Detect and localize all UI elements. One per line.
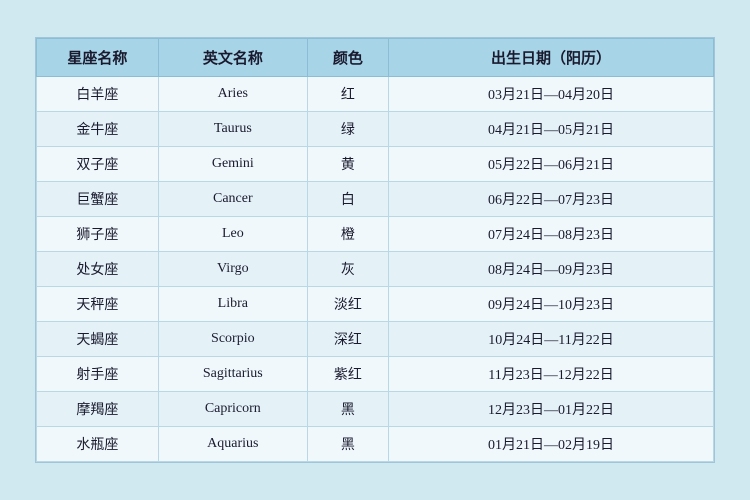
table-header-row: 星座名称 英文名称 颜色 出生日期（阳历） bbox=[37, 39, 714, 77]
table-row: 白羊座Aries红03月21日—04月20日 bbox=[37, 77, 714, 112]
cell-en: Aries bbox=[158, 77, 307, 112]
table-row: 巨蟹座Cancer白06月22日—07月23日 bbox=[37, 182, 714, 217]
cell-color: 黄 bbox=[307, 147, 388, 182]
header-en: 英文名称 bbox=[158, 39, 307, 77]
table-row: 金牛座Taurus绿04月21日—05月21日 bbox=[37, 112, 714, 147]
cell-color: 黑 bbox=[307, 392, 388, 427]
table-row: 摩羯座Capricorn黑12月23日—01月22日 bbox=[37, 392, 714, 427]
table-row: 水瓶座Aquarius黑01月21日—02月19日 bbox=[37, 427, 714, 462]
cell-color: 白 bbox=[307, 182, 388, 217]
header-zh: 星座名称 bbox=[37, 39, 159, 77]
cell-color: 紫红 bbox=[307, 357, 388, 392]
header-color: 颜色 bbox=[307, 39, 388, 77]
cell-en: Libra bbox=[158, 287, 307, 322]
cell-date: 11月23日—12月22日 bbox=[389, 357, 714, 392]
cell-en: Gemini bbox=[158, 147, 307, 182]
cell-en: Leo bbox=[158, 217, 307, 252]
cell-color: 深红 bbox=[307, 322, 388, 357]
cell-date: 10月24日—11月22日 bbox=[389, 322, 714, 357]
cell-color: 绿 bbox=[307, 112, 388, 147]
cell-date: 05月22日—06月21日 bbox=[389, 147, 714, 182]
cell-zh: 双子座 bbox=[37, 147, 159, 182]
cell-zh: 水瓶座 bbox=[37, 427, 159, 462]
cell-zh: 处女座 bbox=[37, 252, 159, 287]
cell-color: 淡红 bbox=[307, 287, 388, 322]
cell-zh: 白羊座 bbox=[37, 77, 159, 112]
cell-zh: 狮子座 bbox=[37, 217, 159, 252]
table-body: 白羊座Aries红03月21日—04月20日金牛座Taurus绿04月21日—0… bbox=[37, 77, 714, 462]
cell-en: Sagittarius bbox=[158, 357, 307, 392]
cell-date: 04月21日—05月21日 bbox=[389, 112, 714, 147]
cell-date: 07月24日—08月23日 bbox=[389, 217, 714, 252]
zodiac-table-container: 星座名称 英文名称 颜色 出生日期（阳历） 白羊座Aries红03月21日—04… bbox=[35, 37, 715, 463]
cell-zh: 巨蟹座 bbox=[37, 182, 159, 217]
cell-color: 红 bbox=[307, 77, 388, 112]
cell-en: Cancer bbox=[158, 182, 307, 217]
cell-date: 09月24日—10月23日 bbox=[389, 287, 714, 322]
cell-date: 08月24日—09月23日 bbox=[389, 252, 714, 287]
header-date: 出生日期（阳历） bbox=[389, 39, 714, 77]
cell-color: 黑 bbox=[307, 427, 388, 462]
cell-zh: 射手座 bbox=[37, 357, 159, 392]
cell-zh: 天秤座 bbox=[37, 287, 159, 322]
cell-en: Taurus bbox=[158, 112, 307, 147]
cell-color: 橙 bbox=[307, 217, 388, 252]
table-row: 射手座Sagittarius紫红11月23日—12月22日 bbox=[37, 357, 714, 392]
table-row: 天蝎座Scorpio深红10月24日—11月22日 bbox=[37, 322, 714, 357]
cell-en: Capricorn bbox=[158, 392, 307, 427]
cell-date: 06月22日—07月23日 bbox=[389, 182, 714, 217]
table-row: 双子座Gemini黄05月22日—06月21日 bbox=[37, 147, 714, 182]
zodiac-table: 星座名称 英文名称 颜色 出生日期（阳历） 白羊座Aries红03月21日—04… bbox=[36, 38, 714, 462]
cell-zh: 摩羯座 bbox=[37, 392, 159, 427]
cell-color: 灰 bbox=[307, 252, 388, 287]
cell-en: Aquarius bbox=[158, 427, 307, 462]
table-row: 狮子座Leo橙07月24日—08月23日 bbox=[37, 217, 714, 252]
cell-zh: 金牛座 bbox=[37, 112, 159, 147]
table-row: 处女座Virgo灰08月24日—09月23日 bbox=[37, 252, 714, 287]
cell-zh: 天蝎座 bbox=[37, 322, 159, 357]
cell-date: 01月21日—02月19日 bbox=[389, 427, 714, 462]
cell-en: Scorpio bbox=[158, 322, 307, 357]
table-row: 天秤座Libra淡红09月24日—10月23日 bbox=[37, 287, 714, 322]
cell-date: 12月23日—01月22日 bbox=[389, 392, 714, 427]
cell-en: Virgo bbox=[158, 252, 307, 287]
cell-date: 03月21日—04月20日 bbox=[389, 77, 714, 112]
